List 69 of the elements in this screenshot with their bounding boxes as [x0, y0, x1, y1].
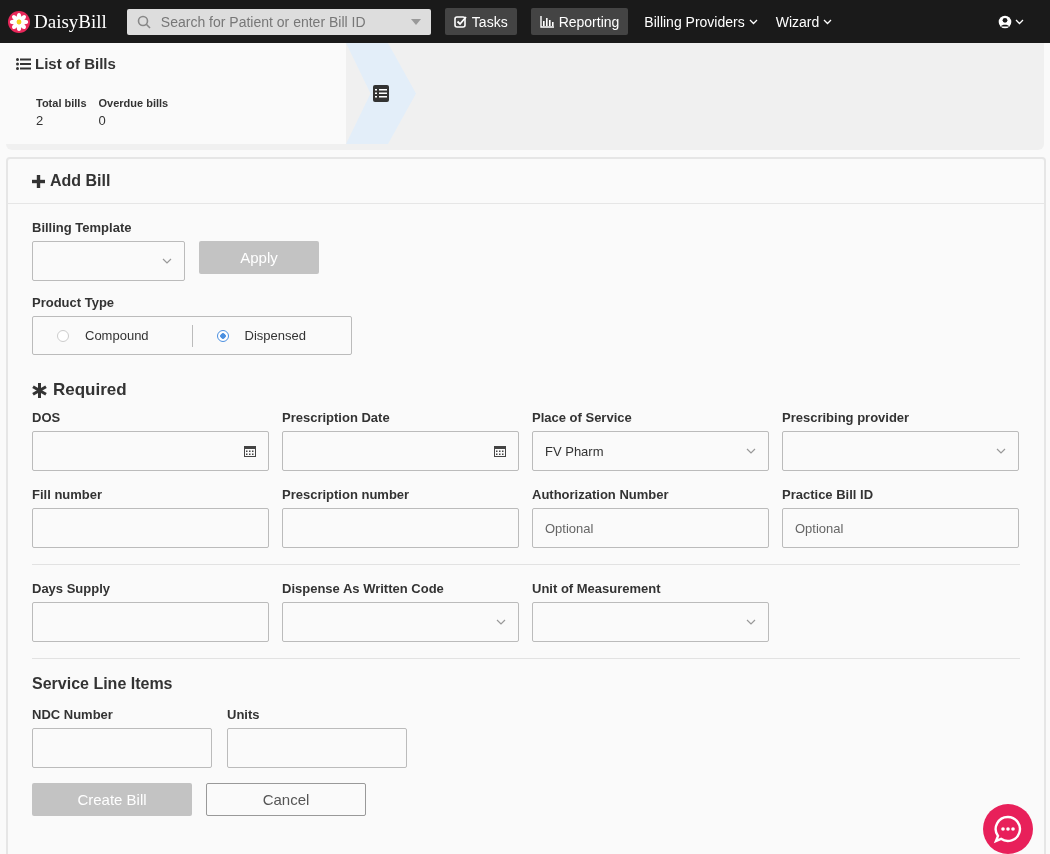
chat-bubble-icon	[993, 814, 1023, 844]
date-field[interactable]	[32, 431, 269, 471]
section-title: Required	[53, 380, 127, 400]
select-field[interactable]	[532, 602, 769, 642]
radio-button[interactable]	[57, 329, 69, 342]
radio-label: Dispensed	[244, 328, 306, 343]
select-field[interactable]	[782, 431, 1019, 471]
nav-button[interactable]: Reporting	[530, 8, 629, 35]
field-label: Prescribing provider	[782, 410, 911, 425]
chevron-down-icon	[823, 18, 833, 25]
stat-value: 2	[36, 113, 45, 128]
input-field[interactable]	[32, 508, 269, 548]
radio-button[interactable]	[216, 329, 229, 342]
field-label: Units	[227, 707, 261, 722]
select-field[interactable]	[282, 602, 519, 642]
invoice-icon	[373, 85, 389, 102]
bar-chart-icon	[539, 15, 554, 28]
card-title: Add Bill	[50, 172, 111, 190]
list-icon	[16, 57, 31, 70]
step-chevron[interactable]	[346, 43, 416, 144]
radio-label: Compound	[85, 328, 149, 343]
template-select[interactable]	[32, 241, 185, 281]
field-label: Practice Bill ID	[782, 487, 875, 502]
field-label: Prescription Date	[282, 410, 391, 425]
cancel-button[interactable]: Cancel	[206, 783, 366, 816]
chevron-down-icon	[1015, 18, 1024, 25]
field-label: Billing Template	[32, 220, 133, 235]
nav-dropdown[interactable]: Wizard	[773, 13, 835, 30]
field-label: Days Supply	[32, 581, 112, 596]
checkbox-icon	[453, 15, 467, 28]
input-field[interactable]: Optional	[782, 508, 1019, 548]
chevron-down-icon	[748, 18, 758, 25]
field-label: Dispense As Written Code	[282, 581, 445, 596]
select-field[interactable]: FV Pharm	[532, 431, 769, 471]
chevron-down-icon	[746, 619, 756, 625]
input-field[interactable]	[227, 728, 407, 768]
nav-button[interactable]: Tasks	[444, 8, 517, 35]
search-field[interactable]: Search for Patient or enter Bill ID	[126, 8, 431, 35]
field-label: Unit of Measurement	[532, 581, 662, 596]
field-label: NDC Number	[32, 707, 114, 722]
plus-icon	[32, 174, 45, 188]
asterisk-icon	[32, 382, 47, 398]
calendar-icon	[494, 445, 506, 457]
caret-icon	[410, 18, 421, 25]
chevron-down-icon	[162, 258, 172, 264]
input-field[interactable]: Optional	[532, 508, 769, 548]
field-label: Prescription number	[282, 487, 411, 502]
chevron-down-icon	[496, 619, 506, 625]
field-label: Fill number	[32, 487, 104, 502]
input-field[interactable]	[282, 508, 519, 548]
stat-value: 0	[98, 113, 107, 128]
stat-label: Total bills	[36, 97, 87, 109]
user-icon	[998, 14, 1012, 29]
field-label: Place of Service	[532, 410, 633, 425]
section-title: Service Line Items	[32, 675, 174, 693]
logo-text: DaisyBill	[34, 10, 107, 33]
chevron-down-icon	[996, 448, 1006, 454]
flower-logo-icon	[8, 10, 30, 33]
chevron-down-icon	[746, 448, 756, 454]
field-label: DOS	[32, 410, 62, 425]
field-label: Authorization Number	[532, 487, 670, 502]
stat-label: Overdue bills	[98, 97, 169, 109]
panel-title: List of Bills	[35, 55, 116, 72]
input-field[interactable]	[32, 602, 269, 642]
calendar-icon	[244, 445, 256, 457]
nav-dropdown[interactable]: Billing Providers	[642, 13, 760, 30]
date-field[interactable]	[282, 431, 519, 471]
input-field[interactable]	[32, 728, 212, 768]
field-label: Product Type	[32, 295, 116, 310]
